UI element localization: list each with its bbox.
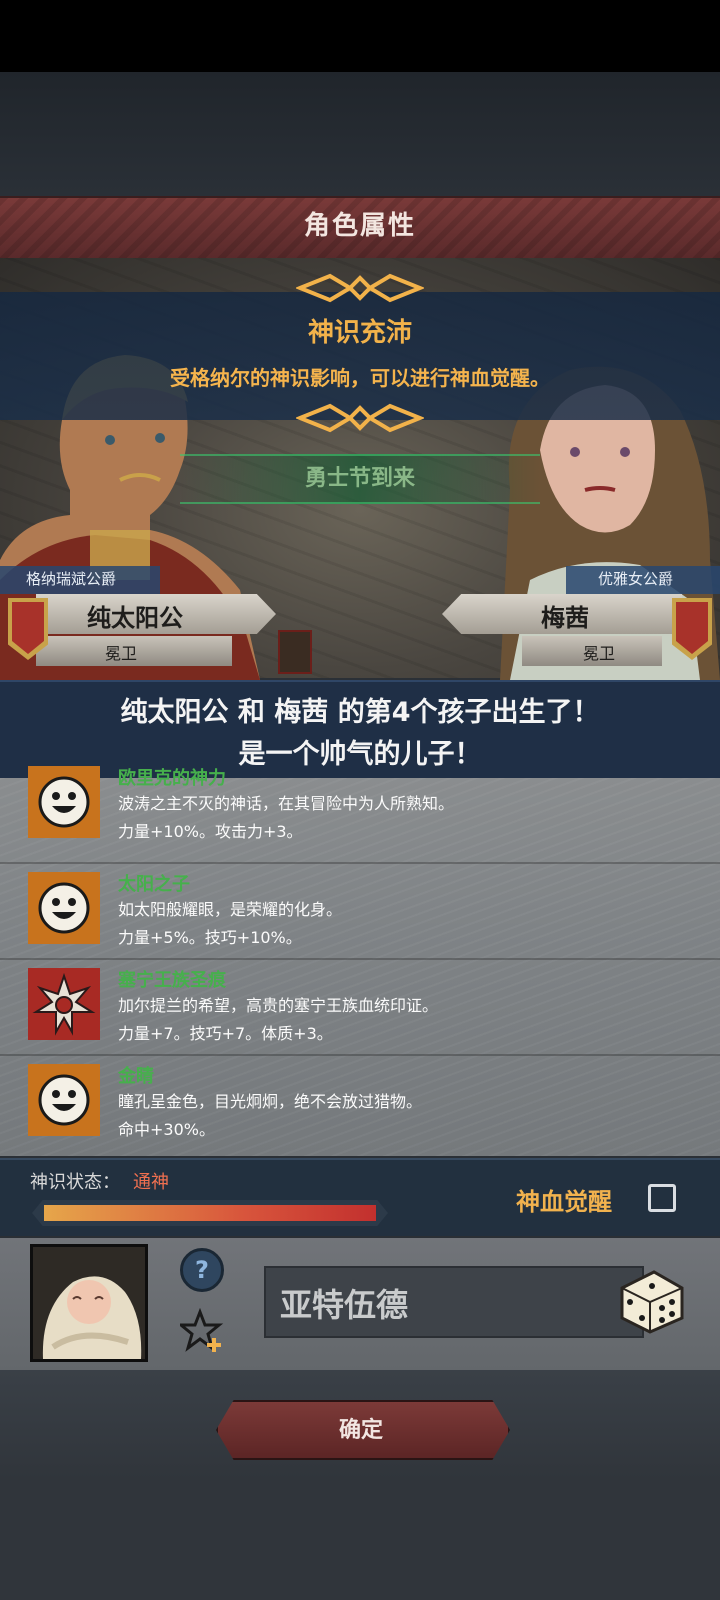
smiley-icon [28,872,100,944]
trait-effect: 力量+5%。技巧+10%。 [118,928,302,947]
trait-desc: 加尔提兰的希望，高贵的塞宁王族血统印证。 [118,996,439,1015]
house-emblem-icon [278,630,312,674]
star-add-icon[interactable] [180,1308,226,1354]
ornament-top-icon [296,273,424,303]
traits-list[interactable]: 欧里克的神力 波涛之主不灭的神话，在其冒险中为人所熟知。 力量+10%。攻击力+… [0,766,720,1156]
trait-name: 太阳之子 [118,874,190,895]
list-item: 太阳之子 如太阳般耀眼，是荣耀的化身。 力量+5%。技巧+10%。 [0,862,720,960]
spirit-status-label: 神识状态： [30,1172,120,1193]
child-name: 亚特伍德 [280,1286,409,1324]
smiley-icon [28,766,100,838]
trait-effect: 力量+7。技巧+7。体质+3。 [118,1024,333,1043]
smiley-icon [28,1064,100,1136]
trait-effect: 力量+10%。攻击力+3。 [118,822,303,841]
father-rank: 格纳瑞斌公爵 [26,570,117,588]
trait-name: 欧里克的神力 [118,768,226,789]
awaken-label: 神血觉醒 [516,1188,612,1216]
bottom-area [0,1480,720,1600]
trait-desc: 瞳孔呈金色，目光炯炯，绝不会放过猎物。 [118,1092,423,1111]
sun-crest-icon [28,968,100,1040]
mother-name: 梅茜 [541,604,589,632]
spirit-status-value: 通神 [133,1172,169,1193]
notice-text: 受格纳尔的神识影响，可以进行神血觉醒。 [170,366,550,390]
page-title: 角色属性 [303,211,416,241]
trait-effect: 命中+30%。 [118,1120,215,1139]
trait-desc: 如太阳般耀眼，是荣耀的化身。 [118,900,343,919]
mother-rank: 优雅女公爵 [598,570,674,588]
birth-message-line1: 纯太阳公 和 梅茜 的第4个孩子出生了！ [120,697,600,728]
trait-name: 金睛 [118,1066,154,1087]
list-item: 塞宁王族圣痕 加尔提兰的希望，高贵的塞宁王族血统印证。 力量+7。技巧+7。体质… [0,958,720,1056]
status-bar [0,0,720,72]
father-name: 纯太阳公 [87,604,183,632]
dim-overlay [0,72,720,196]
spirit-progress-fill [44,1205,376,1221]
notice-title: 神识充沛 [307,318,412,348]
ornament-bottom-icon [296,403,424,433]
baby-avatar [30,1244,148,1362]
trait-desc: 波涛之主不灭的神话，在其冒险中为人所熟知。 [118,794,455,813]
mother-role: 冕卫 [582,644,615,663]
festival-text: 勇士节到来 [304,466,415,491]
confirm-button-label: 确定 [338,1418,383,1443]
dice-icon[interactable] [614,1262,688,1336]
trait-name: 塞宁王族圣痕 [118,970,226,991]
father-role: 冕卫 [104,644,137,663]
help-button[interactable]: ? [180,1248,224,1292]
list-item: 欧里克的神力 波涛之主不灭的神话，在其冒险中为人所熟知。 力量+10%。攻击力+… [0,766,720,864]
awaken-checkbox[interactable] [648,1184,676,1212]
list-item: 金睛 瞳孔呈金色，目光炯炯，绝不会放过猎物。 命中+30%。 [0,1054,720,1150]
